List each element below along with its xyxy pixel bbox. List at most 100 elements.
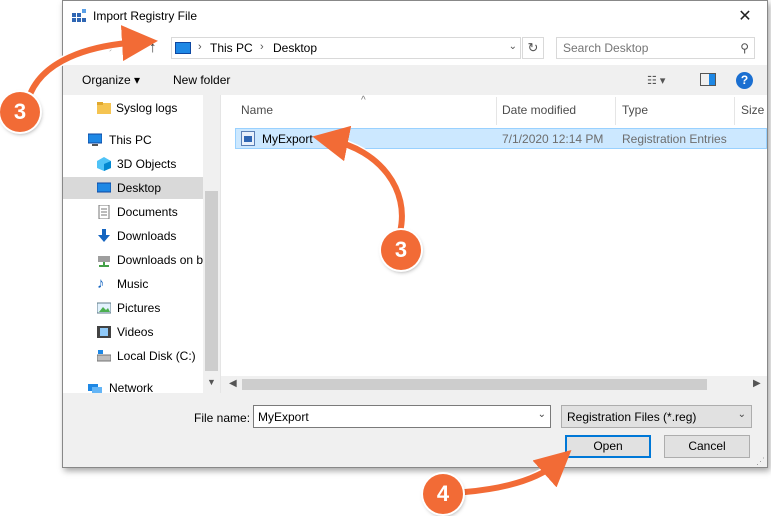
file-list: ^ Name Date modified Type Size MyExport …	[221, 95, 767, 393]
nav-item-downloads-on-b[interactable]: Downloads on b	[63, 249, 203, 271]
chevron-down-icon: ⌄	[737, 409, 746, 420]
network-drive-icon	[98, 256, 110, 267]
file-type-value: Registration Files (*.reg)	[567, 410, 697, 424]
sort-ascending-icon: ^	[361, 95, 366, 106]
nav-item-label: Music	[117, 277, 149, 291]
nav-item-label: Pictures	[117, 301, 161, 315]
column-divider[interactable]	[496, 97, 497, 125]
nav-item-label: Downloads on b	[117, 253, 204, 267]
nav-item-desktop[interactable]: Desktop	[63, 177, 203, 199]
new-folder-button[interactable]: New folder	[173, 73, 230, 87]
file-type: Registration Entries	[622, 132, 727, 146]
nav-item-network[interactable]: Network	[63, 377, 203, 393]
nav-item-this-pc[interactable]: This PC	[63, 129, 203, 151]
scrollbar-thumb[interactable]	[205, 191, 218, 371]
nav-item-label: Network	[109, 381, 154, 393]
folder-icon	[97, 102, 111, 114]
address-row: ← → ⌄ ↑ › This PC › Desktop ⌄ ↻ ⚲	[63, 31, 767, 65]
help-icon[interactable]: ?	[736, 72, 753, 89]
nav-item-videos[interactable]: Videos	[63, 321, 203, 343]
chevron-down-icon[interactable]: ▼	[207, 377, 216, 387]
up-arrow-icon[interactable]: ↑	[149, 39, 157, 56]
pictures-icon	[97, 302, 111, 314]
organize-button[interactable]: Organize ▾	[82, 73, 140, 87]
download-icon	[98, 229, 110, 242]
chevron-right-icon[interactable]: ▶	[753, 378, 761, 389]
desktop-icon	[97, 182, 111, 193]
search-icon: ⚲	[740, 41, 749, 55]
file-name: MyExport	[262, 132, 313, 146]
videos-icon	[97, 326, 111, 338]
nav-item-label: This PC	[109, 133, 152, 147]
document-icon	[98, 205, 110, 219]
annotation-badge-step-4: 4	[423, 474, 463, 514]
title-bar: Import Registry File ✕	[63, 1, 767, 31]
nav-item-pictures[interactable]: Pictures	[63, 297, 203, 319]
cube-icon	[97, 157, 111, 171]
cancel-button[interactable]: Cancel	[664, 435, 750, 458]
refresh-icon: ↻	[527, 40, 539, 55]
file-date: 7/1/2020 12:14 PM	[502, 132, 604, 146]
nav-item-label: Documents	[117, 205, 178, 219]
scrollbar-thumb[interactable]	[242, 379, 707, 390]
breadcrumb-desktop[interactable]: Desktop	[273, 41, 317, 55]
column-header-name[interactable]: Name	[241, 103, 273, 117]
file-name-label: File name:	[194, 411, 251, 425]
nav-item-documents[interactable]: Documents	[63, 201, 203, 223]
nav-item-label: Videos	[117, 325, 154, 339]
change-view-icon[interactable]: ☷ ▾	[647, 74, 665, 87]
file-name-input[interactable]	[258, 410, 528, 424]
disk-icon	[97, 350, 111, 362]
registry-file-icon	[241, 131, 255, 146]
music-icon: ♪	[97, 275, 105, 292]
address-bar[interactable]: › This PC › Desktop ⌄	[171, 37, 521, 59]
nav-item-label: Downloads	[117, 229, 177, 243]
refresh-button[interactable]: ↻	[522, 37, 544, 59]
search-box[interactable]: ⚲	[556, 37, 755, 59]
column-header-size[interactable]: Size	[741, 103, 764, 117]
pc-icon	[175, 42, 191, 54]
recent-dropdown-icon[interactable]: ⌄	[124, 39, 133, 52]
annotation-badge-step-3-middle: 3	[381, 230, 421, 270]
close-icon: ✕	[738, 8, 752, 25]
chevron-left-icon[interactable]: ◀	[229, 378, 237, 389]
preview-pane-icon[interactable]	[700, 73, 716, 86]
navigation-pane: Syslog logs This PC 3D Objects Desktop D…	[63, 95, 221, 393]
command-toolbar: Organize ▾ New folder ☷ ▾ ?	[63, 65, 767, 95]
annotation-badge-step-3-left: 3	[0, 92, 40, 132]
chevron-down-icon[interactable]: ⌄	[538, 409, 546, 420]
navigation-scrollbar[interactable]: ▼	[203, 95, 220, 393]
open-button[interactable]: Open	[565, 435, 651, 458]
chevron-down-icon[interactable]: ⌄	[509, 41, 517, 52]
resize-grip-icon[interactable]: ⋰	[756, 456, 765, 467]
network-icon	[88, 384, 102, 393]
nav-item-syslog-logs[interactable]: Syslog logs	[63, 97, 203, 119]
table-row[interactable]: MyExport 7/1/2020 12:14 PM Registration …	[235, 128, 767, 149]
file-name-combobox[interactable]: ⌄	[253, 405, 551, 428]
breadcrumb-this-pc[interactable]: This PC	[210, 41, 253, 55]
column-divider[interactable]	[615, 97, 616, 125]
import-registry-dialog: Import Registry File ✕ ← → ⌄ ↑ › This PC…	[62, 0, 768, 468]
nav-item-local-disk[interactable]: Local Disk (C:)	[63, 345, 203, 367]
nav-item-label: Local Disk (C:)	[117, 349, 196, 363]
pc-icon	[88, 133, 102, 146]
nav-item-label: Desktop	[117, 181, 162, 195]
horizontal-scrollbar[interactable]: ◀ ▶	[221, 376, 767, 393]
column-header-date[interactable]: Date modified	[502, 103, 576, 117]
window-title: Import Registry File	[93, 9, 198, 23]
forward-arrow-icon[interactable]: →	[100, 39, 115, 56]
breadcrumb-separator-icon: ›	[198, 41, 202, 53]
file-type-select[interactable]: Registration Files (*.reg) ⌄	[561, 405, 752, 428]
nav-item-3d-objects[interactable]: 3D Objects	[63, 153, 203, 175]
breadcrumb-separator-icon: ›	[260, 41, 264, 53]
column-header-type[interactable]: Type	[622, 103, 648, 117]
close-button[interactable]: ✕	[723, 1, 767, 31]
registry-app-icon	[72, 9, 86, 22]
nav-item-downloads[interactable]: Downloads	[63, 225, 203, 247]
back-arrow-icon[interactable]: ←	[77, 39, 92, 56]
nav-item-music[interactable]: ♪ Music	[63, 273, 203, 295]
nav-item-label: Syslog logs	[116, 101, 178, 115]
column-divider[interactable]	[734, 97, 735, 125]
search-input[interactable]	[563, 41, 728, 55]
nav-item-label: 3D Objects	[117, 157, 177, 171]
